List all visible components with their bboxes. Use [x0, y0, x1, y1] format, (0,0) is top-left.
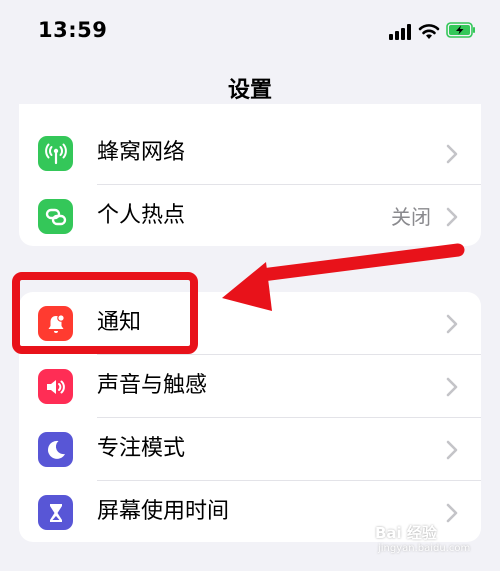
- settings-item-hotspot[interactable]: 个人热点 关闭: [19, 185, 481, 246]
- status-bar: 13:59: [0, 0, 500, 64]
- hourglass-icon: [38, 495, 73, 530]
- annotation-highlight-box: [12, 272, 198, 354]
- settings-item-sounds[interactable]: 声音与触感: [19, 355, 481, 417]
- settings-item-focus[interactable]: 专注模式: [19, 418, 481, 480]
- page-title: 设置: [227, 78, 272, 103]
- chevron-right-icon: [446, 503, 458, 523]
- settings-item-label: 蜂窝网络: [97, 140, 186, 165]
- settings-item-label: 屏幕使用时间: [97, 499, 230, 524]
- hotspot-status-value: 关闭: [391, 205, 431, 229]
- status-time: 13:59: [38, 18, 108, 42]
- settings-item-label: 个人热点: [97, 203, 186, 228]
- speaker-icon: [38, 369, 73, 404]
- chevron-right-icon: [446, 440, 458, 460]
- settings-item-cellular[interactable]: 蜂窝网络: [19, 122, 481, 184]
- settings-group-network: 蜂窝网络 个人热点 关闭: [19, 104, 481, 246]
- moon-icon: [38, 432, 73, 467]
- watermark-url: jingyan.baidu.com: [378, 543, 471, 554]
- personal-hotspot-icon: [38, 199, 73, 234]
- chevron-right-icon: [446, 377, 458, 397]
- cellular-signal-icon: [389, 24, 413, 40]
- chevron-right-icon: [446, 144, 458, 164]
- watermark-logo: Bai 经验: [375, 524, 437, 542]
- battery-charging-icon: [446, 22, 475, 38]
- settings-item-label: 声音与触感: [97, 373, 208, 398]
- cellular-antenna-icon: [38, 136, 73, 171]
- wifi-icon: [418, 24, 440, 39]
- chevron-right-icon: [446, 207, 458, 227]
- settings-item-label: 专注模式: [97, 436, 186, 461]
- chevron-right-icon: [446, 314, 458, 334]
